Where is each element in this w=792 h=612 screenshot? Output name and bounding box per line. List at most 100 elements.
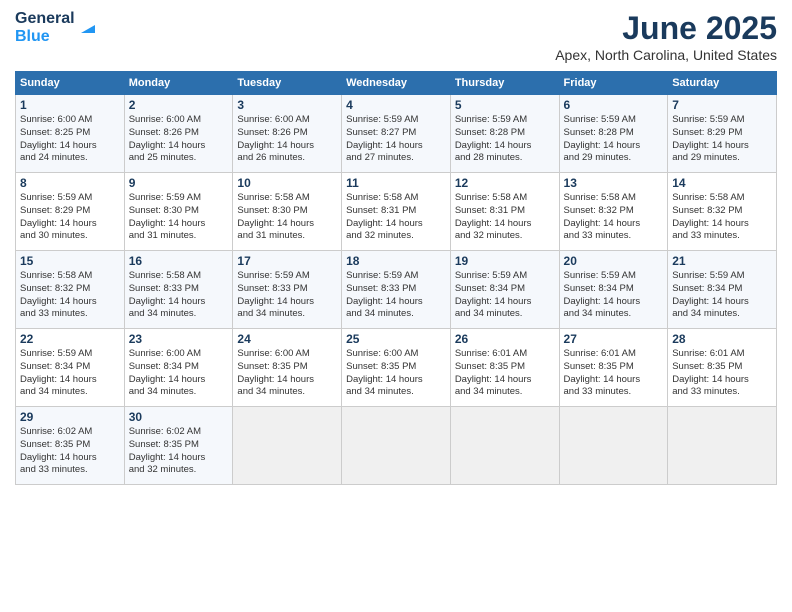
calendar-table: SundayMondayTuesdayWednesdayThursdayFrid… xyxy=(15,71,777,485)
day-info: Sunrise: 6:00 AM Sunset: 8:26 PM Dayligh… xyxy=(129,114,229,165)
calendar-cell: 4 Sunrise: 5:59 AM Sunset: 8:27 PM Dayli… xyxy=(342,95,451,173)
day-info: Sunrise: 6:01 AM Sunset: 8:35 PM Dayligh… xyxy=(564,348,664,399)
logo: General Blue xyxy=(15,10,99,45)
page-header: General Blue June 2025 Apex, North Carol… xyxy=(15,10,777,63)
day-info: Sunrise: 6:01 AM Sunset: 8:35 PM Dayligh… xyxy=(455,348,555,399)
calendar-cell: 17 Sunrise: 5:59 AM Sunset: 8:33 PM Dayl… xyxy=(233,251,342,329)
day-info: Sunrise: 6:00 AM Sunset: 8:25 PM Dayligh… xyxy=(20,114,120,165)
day-info: Sunrise: 5:58 AM Sunset: 8:31 PM Dayligh… xyxy=(346,192,446,243)
month-title: June 2025 xyxy=(555,10,777,47)
day-info: Sunrise: 5:59 AM Sunset: 8:33 PM Dayligh… xyxy=(346,270,446,321)
calendar-cell: 20 Sunrise: 5:59 AM Sunset: 8:34 PM Dayl… xyxy=(559,251,668,329)
day-info: Sunrise: 6:00 AM Sunset: 8:35 PM Dayligh… xyxy=(237,348,337,399)
logo-brand: General Blue xyxy=(15,10,99,45)
calendar-cell: 21 Sunrise: 5:59 AM Sunset: 8:34 PM Dayl… xyxy=(668,251,777,329)
day-info: Sunrise: 6:00 AM Sunset: 8:34 PM Dayligh… xyxy=(129,348,229,399)
calendar-cell xyxy=(559,407,668,485)
calendar-cell: 13 Sunrise: 5:58 AM Sunset: 8:32 PM Dayl… xyxy=(559,173,668,251)
day-info: Sunrise: 5:58 AM Sunset: 8:30 PM Dayligh… xyxy=(237,192,337,243)
logo-blue: Blue xyxy=(15,28,75,46)
day-number: 19 xyxy=(455,254,555,268)
day-info: Sunrise: 5:59 AM Sunset: 8:33 PM Dayligh… xyxy=(237,270,337,321)
calendar-cell: 15 Sunrise: 5:58 AM Sunset: 8:32 PM Dayl… xyxy=(16,251,125,329)
day-info: Sunrise: 5:58 AM Sunset: 8:33 PM Dayligh… xyxy=(129,270,229,321)
day-info: Sunrise: 5:59 AM Sunset: 8:30 PM Dayligh… xyxy=(129,192,229,243)
day-info: Sunrise: 6:00 AM Sunset: 8:26 PM Dayligh… xyxy=(237,114,337,165)
location: Apex, North Carolina, United States xyxy=(555,47,777,63)
calendar-cell: 6 Sunrise: 5:59 AM Sunset: 8:28 PM Dayli… xyxy=(559,95,668,173)
calendar-cell: 25 Sunrise: 6:00 AM Sunset: 8:35 PM Dayl… xyxy=(342,329,451,407)
day-number: 1 xyxy=(20,98,120,112)
calendar-cell: 12 Sunrise: 5:58 AM Sunset: 8:31 PM Dayl… xyxy=(450,173,559,251)
calendar-header-row: SundayMondayTuesdayWednesdayThursdayFrid… xyxy=(16,72,777,95)
day-info: Sunrise: 5:59 AM Sunset: 8:29 PM Dayligh… xyxy=(20,192,120,243)
calendar-header-thursday: Thursday xyxy=(450,72,559,95)
calendar-cell: 11 Sunrise: 5:58 AM Sunset: 8:31 PM Dayl… xyxy=(342,173,451,251)
day-info: Sunrise: 6:00 AM Sunset: 8:35 PM Dayligh… xyxy=(346,348,446,399)
day-info: Sunrise: 5:59 AM Sunset: 8:29 PM Dayligh… xyxy=(672,114,772,165)
day-info: Sunrise: 5:59 AM Sunset: 8:27 PM Dayligh… xyxy=(346,114,446,165)
day-number: 3 xyxy=(237,98,337,112)
day-number: 28 xyxy=(672,332,772,346)
calendar-cell: 7 Sunrise: 5:59 AM Sunset: 8:29 PM Dayli… xyxy=(668,95,777,173)
day-info: Sunrise: 5:59 AM Sunset: 8:34 PM Dayligh… xyxy=(564,270,664,321)
logo-general: General xyxy=(15,10,75,28)
day-number: 6 xyxy=(564,98,664,112)
day-number: 25 xyxy=(346,332,446,346)
day-number: 13 xyxy=(564,176,664,190)
calendar-cell: 14 Sunrise: 5:58 AM Sunset: 8:32 PM Dayl… xyxy=(668,173,777,251)
day-number: 22 xyxy=(20,332,120,346)
calendar-cell: 24 Sunrise: 6:00 AM Sunset: 8:35 PM Dayl… xyxy=(233,329,342,407)
calendar-cell xyxy=(668,407,777,485)
day-info: Sunrise: 5:59 AM Sunset: 8:34 PM Dayligh… xyxy=(455,270,555,321)
day-info: Sunrise: 5:58 AM Sunset: 8:32 PM Dayligh… xyxy=(672,192,772,243)
calendar-header-sunday: Sunday xyxy=(16,72,125,95)
calendar-cell: 3 Sunrise: 6:00 AM Sunset: 8:26 PM Dayli… xyxy=(233,95,342,173)
day-number: 30 xyxy=(129,410,229,424)
day-info: Sunrise: 6:02 AM Sunset: 8:35 PM Dayligh… xyxy=(20,426,120,477)
title-block: June 2025 Apex, North Carolina, United S… xyxy=(555,10,777,63)
calendar-cell: 18 Sunrise: 5:59 AM Sunset: 8:33 PM Dayl… xyxy=(342,251,451,329)
day-info: Sunrise: 5:59 AM Sunset: 8:28 PM Dayligh… xyxy=(455,114,555,165)
day-info: Sunrise: 5:59 AM Sunset: 8:34 PM Dayligh… xyxy=(20,348,120,399)
day-number: 9 xyxy=(129,176,229,190)
calendar-cell xyxy=(450,407,559,485)
logo-triangle-icon xyxy=(77,15,99,37)
calendar-cell: 26 Sunrise: 6:01 AM Sunset: 8:35 PM Dayl… xyxy=(450,329,559,407)
day-number: 29 xyxy=(20,410,120,424)
day-number: 15 xyxy=(20,254,120,268)
day-info: Sunrise: 5:58 AM Sunset: 8:32 PM Dayligh… xyxy=(564,192,664,243)
day-info: Sunrise: 5:59 AM Sunset: 8:34 PM Dayligh… xyxy=(672,270,772,321)
day-info: Sunrise: 5:58 AM Sunset: 8:31 PM Dayligh… xyxy=(455,192,555,243)
calendar-cell: 10 Sunrise: 5:58 AM Sunset: 8:30 PM Dayl… xyxy=(233,173,342,251)
calendar-cell: 23 Sunrise: 6:00 AM Sunset: 8:34 PM Dayl… xyxy=(124,329,233,407)
calendar-cell xyxy=(342,407,451,485)
day-number: 12 xyxy=(455,176,555,190)
calendar-cell: 27 Sunrise: 6:01 AM Sunset: 8:35 PM Dayl… xyxy=(559,329,668,407)
day-number: 27 xyxy=(564,332,664,346)
day-info: Sunrise: 6:01 AM Sunset: 8:35 PM Dayligh… xyxy=(672,348,772,399)
calendar-header-friday: Friday xyxy=(559,72,668,95)
calendar-cell: 29 Sunrise: 6:02 AM Sunset: 8:35 PM Dayl… xyxy=(16,407,125,485)
day-number: 20 xyxy=(564,254,664,268)
calendar-header-tuesday: Tuesday xyxy=(233,72,342,95)
day-number: 16 xyxy=(129,254,229,268)
calendar-cell: 5 Sunrise: 5:59 AM Sunset: 8:28 PM Dayli… xyxy=(450,95,559,173)
calendar-header-saturday: Saturday xyxy=(668,72,777,95)
day-number: 23 xyxy=(129,332,229,346)
day-number: 7 xyxy=(672,98,772,112)
calendar-cell xyxy=(233,407,342,485)
calendar-header-monday: Monday xyxy=(124,72,233,95)
calendar-cell: 1 Sunrise: 6:00 AM Sunset: 8:25 PM Dayli… xyxy=(16,95,125,173)
day-info: Sunrise: 5:58 AM Sunset: 8:32 PM Dayligh… xyxy=(20,270,120,321)
calendar-header-wednesday: Wednesday xyxy=(342,72,451,95)
calendar-cell: 28 Sunrise: 6:01 AM Sunset: 8:35 PM Dayl… xyxy=(668,329,777,407)
calendar-cell: 2 Sunrise: 6:00 AM Sunset: 8:26 PM Dayli… xyxy=(124,95,233,173)
calendar-cell: 9 Sunrise: 5:59 AM Sunset: 8:30 PM Dayli… xyxy=(124,173,233,251)
day-number: 11 xyxy=(346,176,446,190)
day-number: 24 xyxy=(237,332,337,346)
calendar-cell: 8 Sunrise: 5:59 AM Sunset: 8:29 PM Dayli… xyxy=(16,173,125,251)
day-info: Sunrise: 6:02 AM Sunset: 8:35 PM Dayligh… xyxy=(129,426,229,477)
day-number: 2 xyxy=(129,98,229,112)
day-number: 8 xyxy=(20,176,120,190)
